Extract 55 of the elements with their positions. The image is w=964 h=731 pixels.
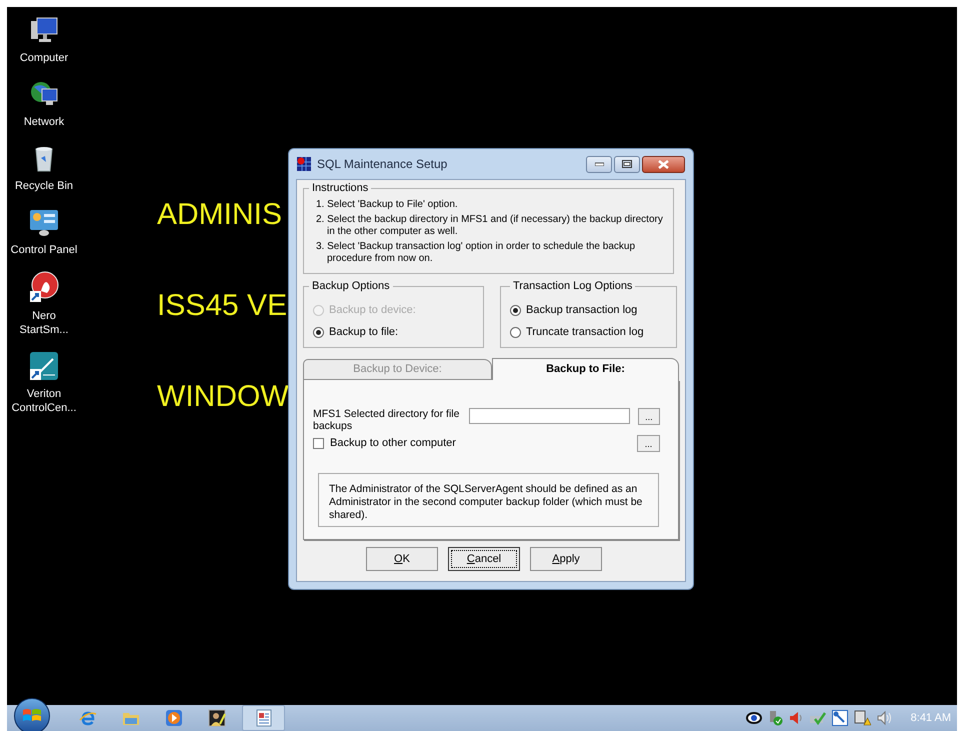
desktop-icon-label[interactable]: Computer	[18, 51, 70, 65]
radio-label[interactable]: Backup to file:	[329, 326, 398, 339]
close-button[interactable]	[642, 156, 685, 172]
desktop-icon-label[interactable]: Control Panel	[10, 243, 78, 257]
start-button[interactable]	[14, 698, 50, 731]
radio-button[interactable]	[510, 327, 521, 338]
picture-icon	[208, 709, 226, 727]
taskbar-window-button[interactable]	[242, 705, 285, 731]
directory-label: MFS1 Selected directory for file backups	[313, 408, 460, 432]
note-text: The Administrator of the SQLServerAgent should be defined as an Administrator in the second computer backup folder (which must be shared).	[318, 473, 659, 527]
radio-button[interactable]	[510, 305, 521, 316]
browse-button[interactable]: ...	[637, 435, 660, 452]
instruction-step: 2. Select the backup directory in MFS1 and (if necessary) the backup directory in the other computer as well.	[310, 214, 673, 238]
desktop-icon-label[interactable]: Network	[22, 115, 66, 129]
document-icon	[256, 709, 272, 727]
wrench-icon[interactable]	[832, 710, 848, 726]
wallpaper-text: ISS45 VE	[157, 288, 288, 324]
instruction-step: 3. Select 'Backup transaction log' option in order to schedule the backup procedure from now on.	[310, 241, 673, 265]
minimize-icon	[594, 162, 604, 166]
browser-icon	[78, 709, 96, 727]
maximize-button[interactable]	[614, 156, 640, 172]
radio-button[interactable]	[313, 327, 324, 338]
network-warning-icon[interactable]	[852, 710, 871, 726]
shortcut-icon[interactable]	[29, 351, 59, 381]
play-icon	[164, 709, 182, 727]
desktop-icon-label[interactable]: Recycle Bin	[14, 179, 74, 193]
wallpaper-text: ADMINIS	[157, 197, 282, 233]
radio-label[interactable]: Backup transaction log	[526, 304, 638, 317]
dialog-button[interactable]: Apply	[530, 547, 602, 571]
computer-icon[interactable]	[29, 15, 59, 45]
instruction-step: 1. Select 'Backup to File' option.	[310, 199, 673, 211]
group-title: Backup Options	[309, 279, 393, 293]
minimize-button[interactable]	[586, 156, 612, 172]
control-panel-icon[interactable]	[29, 207, 59, 237]
window-title: SQL Maintenance Setup	[317, 156, 448, 173]
speaker-icon[interactable]	[788, 710, 804, 726]
radio-label[interactable]: Truncate transaction log	[526, 326, 644, 339]
desktop-icon-label[interactable]: Nero StartSm...	[7, 309, 81, 337]
checkbox-label[interactable]: Backup to other computer	[330, 435, 456, 452]
app-icon	[297, 157, 311, 171]
printer-check-icon[interactable]	[808, 710, 827, 726]
directory-field[interactable]	[468, 408, 630, 424]
volume-icon[interactable]	[876, 710, 892, 726]
desktop-icon-label[interactable]: Veriton ControlCen...	[7, 387, 81, 415]
tab[interactable]: Backup to File:	[492, 358, 679, 380]
browse-button[interactable]: ...	[638, 408, 660, 425]
dialog-button[interactable]: Cancel	[448, 547, 520, 571]
maximize-icon	[622, 160, 632, 168]
dialog-button[interactable]: OK	[366, 547, 438, 571]
checkbox[interactable]	[313, 438, 324, 449]
shortcut-icon[interactable]	[29, 271, 59, 303]
group-title: Transaction Log Options	[510, 279, 636, 293]
eye-icon[interactable]	[746, 711, 762, 725]
folder-icon	[122, 710, 140, 726]
close-icon	[658, 160, 669, 168]
